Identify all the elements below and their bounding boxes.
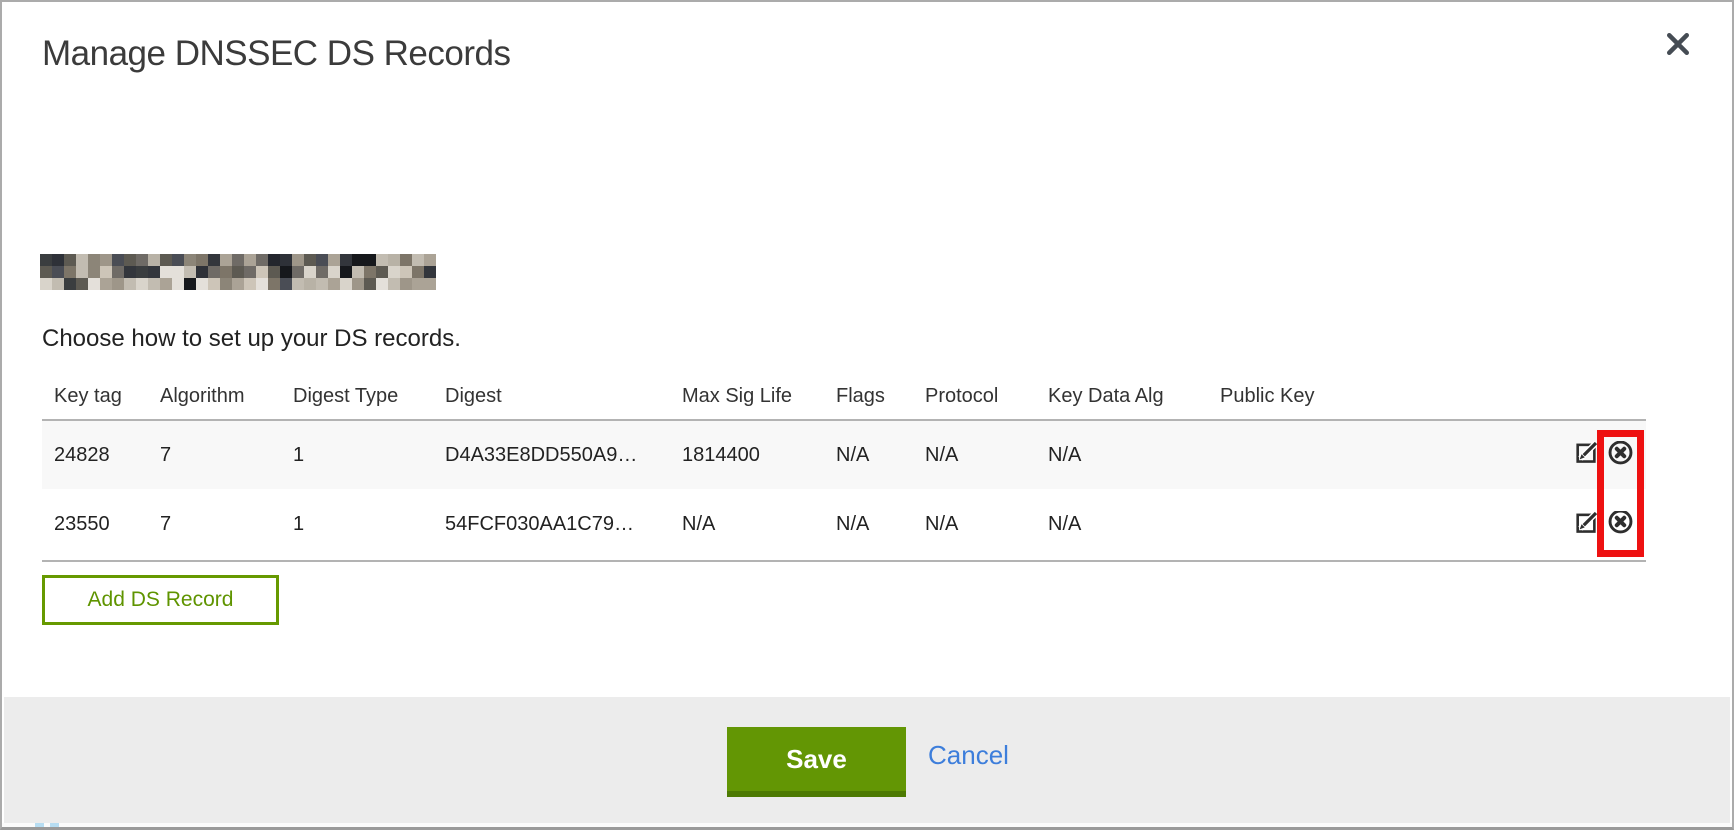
add-ds-record-button[interactable]: Add DS Record	[42, 575, 279, 625]
cell-protocol: N/A	[925, 513, 1048, 536]
ds-records-table: 24828 7 1 D4A33E8DD550A9… 1814400 N/A N/…	[42, 419, 1646, 562]
delete-circle-x-icon	[1607, 511, 1634, 539]
cell-protocol: N/A	[925, 444, 1048, 467]
table-row: 24828 7 1 D4A33E8DD550A9… 1814400 N/A N/…	[42, 421, 1646, 489]
instruction-text: Choose how to set up your DS records.	[42, 325, 461, 353]
column-header-digest: Digest	[445, 385, 682, 408]
save-button[interactable]: Save	[727, 727, 906, 797]
close-button[interactable]	[1658, 26, 1698, 66]
column-header-max-sig-life: Max Sig Life	[682, 385, 836, 408]
column-header-public-key: Public Key	[1220, 385, 1556, 408]
cell-key-data-alg: N/A	[1048, 513, 1220, 536]
edit-record-button[interactable]	[1573, 441, 1601, 469]
cell-key-tag: 24828	[42, 444, 160, 467]
edit-icon	[1574, 511, 1600, 539]
cell-max-sig-life: 1814400	[682, 444, 836, 467]
background-artifact	[35, 823, 44, 827]
column-header-digest-type: Digest Type	[293, 385, 445, 408]
delete-record-button[interactable]	[1606, 441, 1634, 469]
redacted-domain	[40, 254, 436, 290]
delete-record-button[interactable]	[1606, 511, 1634, 539]
cell-max-sig-life: N/A	[682, 513, 836, 536]
cancel-link[interactable]: Cancel	[928, 740, 1009, 771]
row-actions	[1556, 441, 1646, 469]
table-row: 23550 7 1 54FCF030AA1C79… N/A N/A N/A N/…	[42, 489, 1646, 560]
cell-flags: N/A	[836, 444, 925, 467]
background-artifact	[50, 823, 59, 827]
table-header-row: Key tag Algorithm Digest Type Digest Max…	[42, 374, 1646, 419]
delete-circle-x-icon	[1607, 441, 1634, 469]
cell-algorithm: 7	[160, 513, 293, 536]
cell-flags: N/A	[836, 513, 925, 536]
edit-icon	[1574, 441, 1600, 469]
cell-digest: D4A33E8DD550A9…	[445, 444, 682, 467]
cell-digest-type: 1	[293, 513, 445, 536]
edit-record-button[interactable]	[1573, 511, 1601, 539]
column-header-flags: Flags	[836, 385, 925, 408]
cell-key-tag: 23550	[42, 513, 160, 536]
dialog-footer: Save Cancel	[4, 697, 1730, 824]
close-icon	[1663, 29, 1693, 64]
row-actions	[1556, 511, 1646, 539]
manage-dnssec-dialog: Manage DNSSEC DS Records Choose how to s…	[0, 0, 1734, 830]
column-header-key-data-alg: Key Data Alg	[1048, 385, 1220, 408]
cell-digest: 54FCF030AA1C79…	[445, 513, 682, 536]
column-header-algorithm: Algorithm	[160, 385, 293, 408]
cell-key-data-alg: N/A	[1048, 444, 1220, 467]
add-ds-record-label: Add DS Record	[88, 588, 234, 612]
cell-algorithm: 7	[160, 444, 293, 467]
column-header-protocol: Protocol	[925, 385, 1048, 408]
cell-digest-type: 1	[293, 444, 445, 467]
background-page-strip	[2, 823, 1732, 827]
column-header-key-tag: Key tag	[42, 385, 160, 408]
dialog-title: Manage DNSSEC DS Records	[42, 34, 510, 74]
